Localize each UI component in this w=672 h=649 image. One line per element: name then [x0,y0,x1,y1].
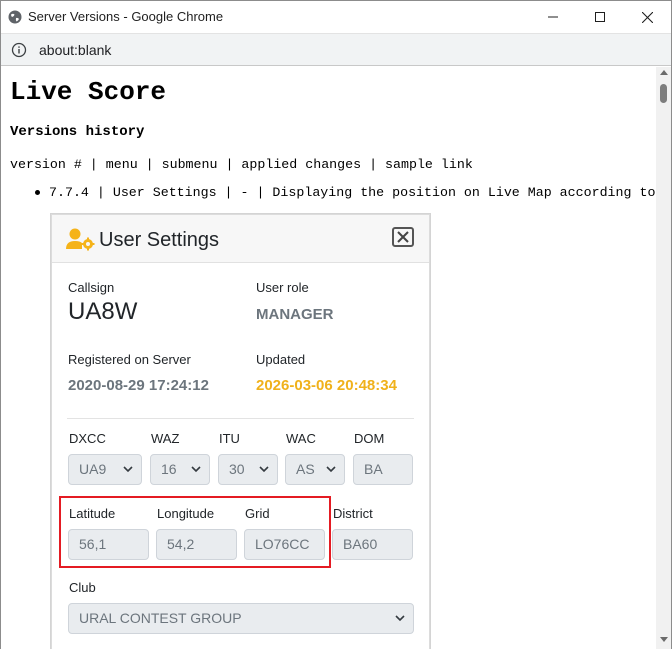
waz-label: WAZ [151,431,180,446]
club-select[interactable]: URAL CONTEST GROUP [68,603,414,634]
list-bullet [35,190,40,195]
itu-select[interactable]: 30 [218,454,278,485]
dxcc-value: UA9 [79,461,107,477]
district-label: District [333,506,373,521]
district-field[interactable]: BA60 [332,529,413,560]
wac-label: WAC [286,431,316,446]
section-heading: Versions history [10,124,145,140]
position-highlight-box [59,496,331,568]
version-entry: 7.7.4 | User Settings | - | Displaying t… [49,185,656,200]
user-gear-icon [66,228,95,251]
chevron-down-icon [191,466,201,473]
dom-field[interactable]: BA [353,454,413,485]
wac-select[interactable]: AS [285,454,345,485]
scroll-thumb[interactable] [660,84,667,103]
dom-label: DOM [354,431,385,446]
title-bar: Server Versions - Google Chrome [1,1,671,33]
version-entry-text: 7.7.4 | User Settings | - | Displaying t… [49,185,656,200]
role-value: MANAGER [256,306,334,323]
section-divider [67,418,414,419]
close-icon [397,231,409,243]
role-label: User role [256,280,309,295]
maximize-button[interactable] [577,1,623,33]
info-icon[interactable] [11,42,27,58]
scroll-up-arrow-icon[interactable] [660,70,668,75]
scroll-down-arrow-icon[interactable] [660,637,668,642]
minimize-button[interactable] [530,1,576,33]
chevron-down-icon [395,615,405,622]
address-url[interactable]: about:blank [39,42,111,58]
itu-value: 30 [229,461,245,477]
close-card-button[interactable] [392,227,414,247]
maximize-icon [595,12,605,22]
chevron-down-icon [326,466,336,473]
district-value: BA60 [343,536,378,552]
wac-value: AS [296,461,315,477]
chevron-down-icon [123,466,133,473]
registered-label: Registered on Server [68,352,191,367]
chevron-down-icon [259,466,269,473]
updated-value: 2026-03-06 20:48:34 [256,377,397,394]
browser-window: Server Versions - Google Chrome about:bl… [0,0,672,649]
close-window-button[interactable] [624,1,670,33]
page-viewport: Live Score Versions history version # | … [1,67,656,649]
columns-legend: version # | menu | submenu | applied cha… [10,157,473,172]
itu-label: ITU [219,431,240,446]
card-header: User Settings [52,215,429,263]
waz-select[interactable]: 16 [150,454,210,485]
dxcc-select[interactable]: UA9 [68,454,142,485]
club-label: Club [69,580,96,595]
page-title: Live Score [10,77,167,107]
updated-label: Updated [256,352,306,367]
close-icon [641,11,653,23]
user-settings-screenshot: User Settings Callsign UA8W User role MA… [50,213,431,649]
registered-value: 2020-08-29 17:24:12 [68,377,209,394]
dxcc-label: DXCC [69,431,106,446]
dom-value: BA [364,461,383,477]
waz-value: 16 [161,461,177,477]
card-title: User Settings [99,229,220,251]
window-title: Server Versions - Google Chrome [28,9,224,24]
address-bar[interactable]: about:blank [1,33,671,66]
callsign-value: UA8W [68,298,138,325]
user-settings-card: User Settings Callsign UA8W User role MA… [51,214,430,649]
club-value: URAL CONTEST GROUP [79,610,242,626]
vertical-scrollbar[interactable] [656,67,671,649]
minimize-icon [548,16,558,18]
globe-icon [8,10,22,24]
callsign-label: Callsign [68,280,115,295]
